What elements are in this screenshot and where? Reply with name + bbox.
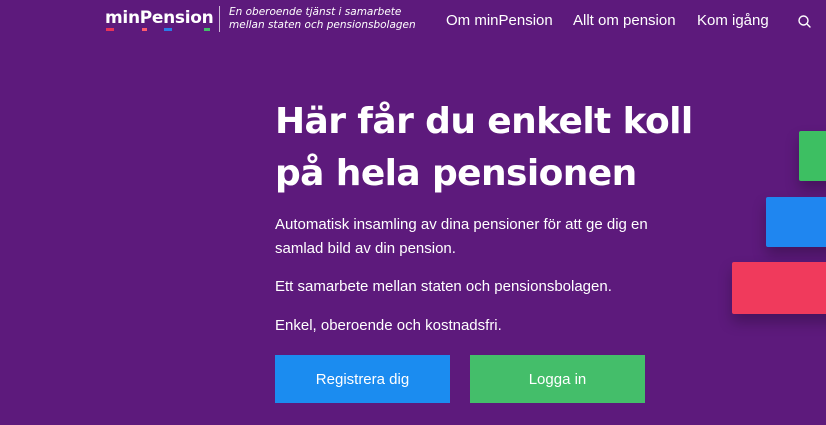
decorative-blue-block	[766, 197, 826, 247]
nav-allt-om-pension[interactable]: Allt om pension	[573, 12, 676, 29]
tagline: En oberoende tjänst i samarbete mellan s…	[229, 6, 429, 32]
logo-bar-pink	[142, 28, 147, 31]
logo-bar-green	[204, 28, 210, 31]
tagline-line-1: En oberoende tjänst i samarbete	[229, 6, 402, 18]
logo-color-bars	[106, 28, 210, 31]
logo-bar-red	[106, 28, 114, 31]
decorative-red-block	[732, 262, 826, 314]
hero-features-text: Enkel, oberoende och kostnadsfri.	[275, 317, 502, 334]
hero-title: Här får du enkelt koll på hela pensionen	[275, 101, 693, 194]
login-button[interactable]: Logga in	[470, 355, 645, 403]
nav-kom-igang[interactable]: Kom igång	[697, 12, 769, 29]
search-icon[interactable]	[796, 13, 814, 31]
register-button[interactable]: Registrera dig	[275, 355, 450, 403]
site-logo[interactable]: minPension	[105, 8, 214, 28]
logo-divider	[219, 6, 220, 32]
nav-om-minpension[interactable]: Om minPension	[446, 12, 553, 29]
tagline-line-2: mellan staten och pensionsbolagen	[229, 19, 416, 31]
hero-description: Automatisk insamling av dina pensioner f…	[275, 216, 648, 257]
site-header: minPension En oberoende tjänst i samarbe…	[0, 0, 826, 44]
decorative-green-block	[799, 131, 826, 181]
logo-bar-blue	[164, 28, 172, 31]
hero-collaboration-text: Ett samarbete mellan staten och pensions…	[275, 278, 612, 295]
